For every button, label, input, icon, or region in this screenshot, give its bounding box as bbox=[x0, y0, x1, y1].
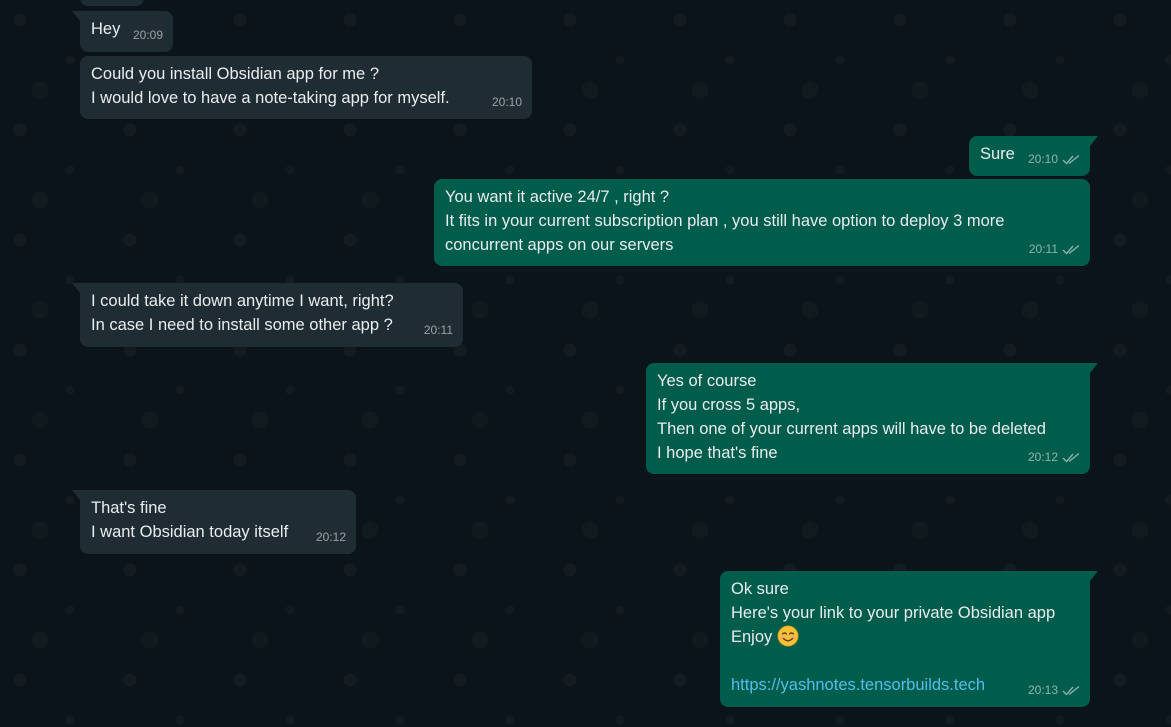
message-text: I could take it down anytime I want, rig… bbox=[91, 292, 394, 310]
message-text: Ok sure bbox=[731, 580, 789, 598]
message-text: Then one of your current apps will have … bbox=[657, 420, 1046, 438]
incoming-message[interactable]: I could take it down anytime I want, rig… bbox=[72, 283, 463, 347]
message-list[interactable]: Hey 20:09 Could you install Obsidian app… bbox=[0, 0, 1171, 727]
message-text: I would love to have a note-taking app f… bbox=[91, 89, 450, 107]
previous-message-partial bbox=[80, 0, 144, 6]
message-text-with-emoji: Enjoy bbox=[731, 625, 1079, 649]
message-text: I want Obsidian today itself bbox=[91, 523, 289, 541]
incoming-message[interactable]: Could you install Obsidian app for me ? … bbox=[80, 56, 532, 119]
outgoing-message[interactable]: Sure 20:10 bbox=[969, 136, 1098, 176]
message-text: You want it active 24/7 , right ? bbox=[445, 188, 670, 206]
message-time: 20:11 bbox=[1028, 242, 1058, 256]
outgoing-message[interactable]: Ok sure Here's your link to your private… bbox=[720, 571, 1098, 707]
message-time: 20:12 bbox=[315, 530, 346, 544]
message-text: That's fine bbox=[91, 499, 167, 517]
read-ticks-icon bbox=[1062, 685, 1080, 696]
message-text: Here's your link to your private Obsidia… bbox=[731, 604, 1056, 622]
read-ticks-icon bbox=[1062, 154, 1080, 165]
message-text: In case I need to install some other app… bbox=[91, 316, 393, 334]
message-text: It fits in your current subscription pla… bbox=[445, 212, 1005, 230]
message-time: 20:13 bbox=[1027, 683, 1058, 697]
message-text: I hope that's fine bbox=[657, 444, 778, 462]
message-meta: 20:10 bbox=[1028, 147, 1080, 171]
outgoing-message[interactable]: Yes of course If you cross 5 apps, Then … bbox=[646, 363, 1098, 474]
message-text: If you cross 5 apps, bbox=[657, 396, 801, 414]
message-text: concurrent apps on our servers bbox=[445, 236, 674, 254]
incoming-message[interactable]: That's fine I want Obsidian today itself… bbox=[72, 490, 356, 554]
message-meta: 20:12 bbox=[1028, 445, 1080, 469]
message-time: 20:10 bbox=[1027, 152, 1058, 166]
message-text: Could you install Obsidian app for me ? bbox=[91, 65, 379, 83]
message-time: 20:11 bbox=[423, 323, 453, 337]
message-time: 20:10 bbox=[491, 95, 522, 109]
message-meta: 20:11 bbox=[1029, 237, 1080, 261]
message-time: 20:09 bbox=[132, 28, 163, 42]
read-ticks-icon bbox=[1062, 452, 1080, 463]
read-ticks-icon bbox=[1062, 244, 1080, 255]
message-text: Yes of course bbox=[657, 372, 757, 390]
incoming-message[interactable]: Hey 20:09 bbox=[72, 11, 173, 52]
smiling-face-icon bbox=[777, 625, 799, 647]
message-meta: 20:13 bbox=[1028, 678, 1080, 702]
obsidian-app-link[interactable]: https://yashnotes.tensorbuilds.tech bbox=[731, 673, 1079, 697]
outgoing-message[interactable]: You want it active 24/7 , right ? It fit… bbox=[434, 179, 1090, 266]
message-time: 20:12 bbox=[1027, 450, 1058, 464]
